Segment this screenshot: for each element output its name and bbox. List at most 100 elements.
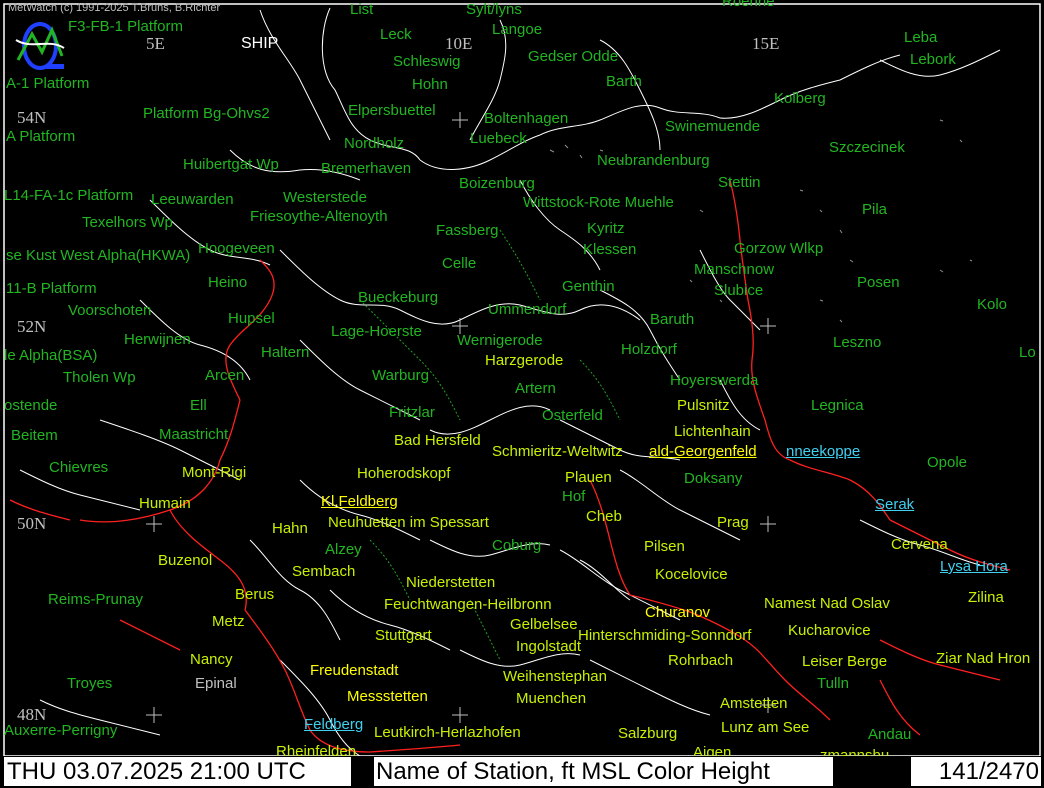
station-label: Genthin	[562, 278, 615, 295]
station-label: Fassberg	[436, 222, 499, 239]
station-label: Schleswig	[393, 53, 461, 70]
station-label: Herwijnen	[124, 331, 191, 348]
station-label: Doksany	[684, 470, 743, 487]
station-label: Humain	[139, 495, 191, 512]
station-label: Cheb	[586, 508, 622, 525]
station-label: Fritzlar	[389, 404, 435, 421]
station-label: 11-B Platform	[6, 280, 97, 297]
station-label: Posen	[857, 274, 900, 291]
station-label: Pilsen	[644, 538, 685, 555]
station-label: Gorzow Wlkp	[734, 240, 824, 257]
station-label: List	[350, 1, 374, 18]
station-label: nneekoppe	[786, 443, 861, 460]
station-label: Lebork	[910, 51, 956, 68]
station-label: ald-Georgenfeld	[649, 443, 757, 460]
station-label: Ummendorf	[488, 301, 567, 318]
station-label: Arcen	[205, 367, 245, 384]
station-label: Bad Hersfeld	[394, 432, 481, 449]
station-label: Haltern	[261, 344, 310, 361]
station-label: Schmieritz-Weltwitz	[492, 443, 623, 460]
station-label: Lage-Hoerste	[331, 323, 422, 340]
station-label: Leck	[380, 26, 412, 43]
station-label: Prag	[717, 514, 749, 531]
station-label: Auxerre-Perrigny	[4, 722, 118, 739]
status-datetime: THU 03.07.2025 21:00 UTC	[4, 757, 351, 786]
station-label: Plauen	[565, 469, 612, 486]
station-label: Alzey	[325, 541, 362, 558]
station-label: Hoherodskopf	[357, 465, 451, 482]
grid-label-15e: 15E	[752, 34, 780, 53]
station-label: Rohrbach	[668, 652, 734, 669]
station-label: Amstetten	[720, 695, 788, 712]
station-label: Artern	[515, 380, 556, 397]
station-label: Luebeck	[470, 130, 527, 147]
station-label: ostende	[4, 397, 58, 414]
station-label: Tulln	[817, 675, 849, 692]
station-label: Hof	[562, 488, 586, 505]
station-label: L14-FA-1c Platform	[4, 187, 134, 204]
station-label: Hohn	[412, 76, 448, 93]
metwatch-logo	[12, 20, 68, 72]
station-label: Buzenol	[158, 552, 213, 569]
station-label: Hinterschmiding-Sonndorf	[578, 627, 752, 644]
station-label: Kl.Feldberg	[321, 493, 398, 510]
station-label: Ell	[190, 397, 207, 414]
station-label: Gedser Odde	[528, 48, 619, 65]
station-label: Leutkirch-Herlazhofen	[374, 724, 521, 741]
station-label: Leeuwarden	[151, 191, 234, 208]
grid-label-10e: 10E	[445, 34, 473, 53]
station-label: Serak	[875, 496, 915, 513]
grid-label-ship: SHIP	[241, 35, 279, 52]
station-label: Warburg	[372, 367, 429, 384]
station-label: Sylt/lyns	[466, 1, 522, 18]
grid-label-50n: 50N	[17, 514, 47, 533]
station-label: Kucharovice	[788, 622, 871, 639]
station-label: Langoe	[492, 21, 543, 38]
station-label: Coburg	[492, 537, 542, 554]
station-label: Messstetten	[347, 688, 428, 705]
station-label: Bremerhaven	[321, 160, 412, 177]
station-label: Feuchtwangen-Heilbronn	[384, 596, 552, 613]
grid-label-54n: 54N	[17, 108, 47, 127]
station-label: Barth	[606, 73, 642, 90]
station-label: Beitem	[11, 427, 58, 444]
station-label: Gelbelsee	[510, 616, 578, 633]
station-label: Nancy	[190, 651, 233, 668]
station-label: Hoogeveen	[198, 240, 275, 257]
station-label: Lunz am See	[721, 719, 810, 736]
station-label: Baruth	[650, 311, 695, 328]
station-label: Epinal	[195, 675, 237, 692]
station-label: Troyes	[67, 675, 113, 692]
station-label: Roenne	[722, 0, 775, 10]
station-label: Neubrandenburg	[597, 152, 710, 169]
station-label: Tholen Wp	[63, 369, 136, 386]
station-label: Stuttgart	[375, 627, 432, 644]
station-label: Andau	[868, 726, 912, 743]
weather-map[interactable]: MetWatch (c) 1991-2025 T.Bruns, B.Richte…	[0, 0, 1044, 788]
station-label: Wittstock-Rote Muehle	[523, 194, 674, 211]
status-counter: 141/2470	[911, 757, 1041, 786]
station-label: Hahn	[272, 520, 308, 537]
station-label: Zilina	[968, 589, 1004, 606]
station-label: Ziar Nad Hron	[936, 650, 1031, 667]
station-label: Salzburg	[618, 725, 678, 742]
station-label: Harzgerode	[485, 352, 564, 369]
station-label: Elpersbuettel	[348, 102, 436, 119]
station-label: Huibertgat Wp	[183, 156, 279, 173]
station-label: Bueckeburg	[358, 289, 439, 306]
station-label: Osterfeld	[542, 407, 603, 424]
station-label: Neuhuetten im Spessart	[328, 514, 489, 531]
station-label: A Platform	[6, 128, 76, 145]
station-label: Leiser Berge	[802, 653, 888, 670]
station-label: Kocelovice	[655, 566, 728, 583]
station-label: Leba	[904, 29, 938, 46]
station-label: Freudenstadt	[310, 662, 399, 679]
station-label: Chievres	[49, 459, 109, 476]
station-label: Platform Bg-Ohvs2	[143, 105, 270, 122]
station-label: Berus	[235, 586, 275, 603]
grid-label-52n: 52N	[17, 317, 47, 336]
station-label: Churanov	[645, 604, 711, 621]
station-label: Leszno	[833, 334, 882, 351]
copyright-text: MetWatch (c) 1991-2025 T.Bruns, B.Richte…	[8, 2, 221, 14]
station-label: Kyritz	[587, 220, 625, 237]
